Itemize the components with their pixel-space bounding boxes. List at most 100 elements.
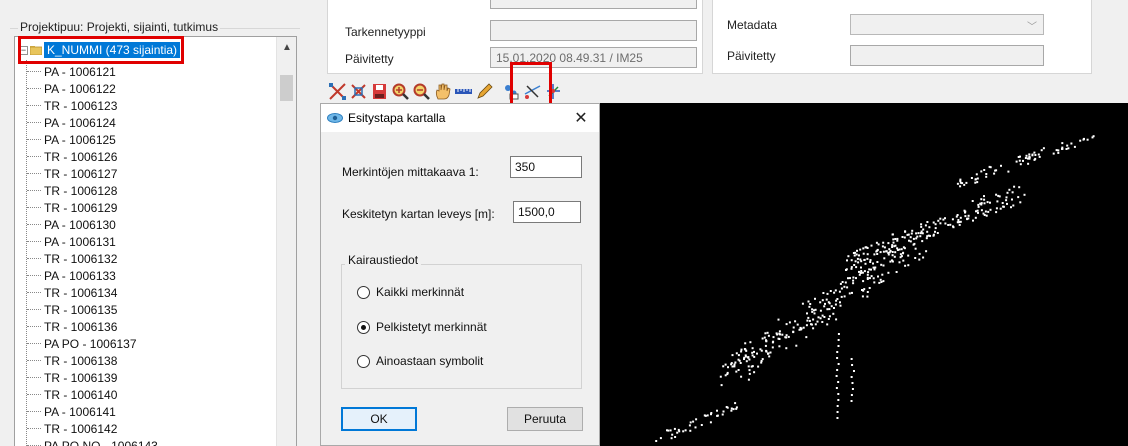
radio-kaikki[interactable]: Kaikki merkinnät <box>357 284 464 300</box>
map-point <box>809 303 812 305</box>
tree-item[interactable]: PA - 1006122 <box>25 80 275 97</box>
map-point <box>983 198 986 201</box>
map-point <box>882 241 885 244</box>
map-point <box>901 236 904 238</box>
tree-item[interactable]: PA PO - 1006137 <box>25 335 275 352</box>
map-point <box>891 233 894 236</box>
tree-item[interactable]: PA - 1006131 <box>25 233 275 250</box>
map-point <box>739 362 742 364</box>
tree-item[interactable]: TR - 1006138 <box>25 352 275 369</box>
map-point <box>998 195 1001 198</box>
tree-item[interactable]: TR - 1006126 <box>25 148 275 165</box>
tree-scrollbar[interactable]: ▲ <box>276 37 296 446</box>
map-point <box>1013 185 1016 188</box>
save-map-icon[interactable] <box>370 82 389 101</box>
tree-item[interactable]: PA - 1006133 <box>25 267 275 284</box>
map-point <box>766 331 769 334</box>
tree-connector <box>27 190 41 191</box>
tree-item[interactable]: TR - 1006139 <box>25 369 275 386</box>
tree-root-node[interactable]: − K_NUMMI (473 sijaintia) <box>19 41 181 59</box>
tree-item[interactable]: TR - 1006134 <box>25 284 275 301</box>
paivitetty-label: Päivitetty <box>345 52 394 66</box>
map-point <box>753 371 756 374</box>
map-point <box>924 224 927 227</box>
radio-label: Ainoastaan symbolit <box>376 354 484 368</box>
scroll-thumb[interactable] <box>280 75 293 101</box>
map-point <box>1042 147 1045 150</box>
map-point <box>867 271 870 274</box>
width-input[interactable]: 1500,0 <box>513 201 581 223</box>
tree-item[interactable]: PA PO NO - 1006143 <box>25 437 275 446</box>
zoom-out-icon[interactable] <box>412 82 431 101</box>
tree-item[interactable]: PA - 1006141 <box>25 403 275 420</box>
tree-item[interactable]: TR - 1006123 <box>25 97 275 114</box>
coordinate-icon[interactable] <box>544 82 563 101</box>
tree-item[interactable]: TR - 1006132 <box>25 250 275 267</box>
tree-item-label: PA - 1006133 <box>44 268 116 283</box>
tree-item[interactable]: TR - 1006136 <box>25 318 275 335</box>
map-point <box>904 230 907 233</box>
map-point <box>730 407 733 410</box>
close-icon[interactable]: ✕ <box>571 108 591 128</box>
map-point <box>855 266 858 269</box>
map-point <box>1022 159 1024 162</box>
map-point <box>955 215 958 218</box>
map-canvas[interactable] <box>597 103 1128 446</box>
tarkennetyyppi-field[interactable] <box>490 20 697 41</box>
zoom-selection-icon[interactable] <box>349 82 368 101</box>
pencil-icon[interactable] <box>475 82 494 101</box>
radio-ainoastaan[interactable]: Ainoastaan symbolit <box>357 353 483 369</box>
map-point <box>863 270 866 273</box>
map-point <box>851 382 854 384</box>
tree-item-label: PA - 1006125 <box>44 132 116 147</box>
project-tree[interactable]: − K_NUMMI (473 sijaintia) PA - 1006121 PA… <box>14 36 297 446</box>
tree-item[interactable]: TR - 1006127 <box>25 165 275 182</box>
map-point <box>821 314 824 317</box>
scroll-up-icon[interactable]: ▲ <box>277 37 297 57</box>
map-point <box>947 224 950 226</box>
tree-item-label: TR - 1006132 <box>44 251 118 266</box>
map-point <box>836 351 839 353</box>
map-point <box>1033 151 1036 154</box>
tree-item[interactable]: PA - 1006124 <box>25 114 275 131</box>
tree-item[interactable]: PA - 1006125 <box>25 131 275 148</box>
tree-item[interactable]: TR - 1006128 <box>25 182 275 199</box>
tree-item-label: TR - 1006142 <box>44 421 118 436</box>
radio-button[interactable] <box>357 320 370 334</box>
scale-input[interactable]: 350 <box>510 156 582 178</box>
map-point <box>910 232 913 235</box>
map-point <box>785 336 788 339</box>
dialog-titlebar[interactable]: Esitystapa kartalla ✕ <box>321 104 599 132</box>
tree-item[interactable]: PA - 1006130 <box>25 216 275 233</box>
ok-button[interactable]: OK <box>341 407 417 431</box>
metadata-dropdown[interactable]: ﹀ <box>850 14 1044 35</box>
tree-item[interactable]: TR - 1006142 <box>25 420 275 437</box>
map-point <box>833 291 836 294</box>
cut-section-icon[interactable] <box>523 82 542 101</box>
map-point <box>813 312 816 315</box>
pan-hand-icon[interactable] <box>433 82 452 101</box>
map-point <box>866 276 869 279</box>
tree-connector <box>27 241 41 242</box>
radio-button[interactable] <box>357 354 370 368</box>
map-point <box>670 437 673 440</box>
tree-item[interactable]: TR - 1006135 <box>25 301 275 318</box>
map-point <box>907 254 910 257</box>
radio-button[interactable] <box>357 285 370 299</box>
map-point <box>850 400 853 402</box>
collapse-icon[interactable]: − <box>19 45 28 55</box>
map-point <box>850 259 853 262</box>
zoom-extent-icon[interactable] <box>328 82 347 101</box>
tree-item[interactable]: TR - 1006129 <box>25 199 275 216</box>
tree-item[interactable]: TR - 1006140 <box>25 386 275 403</box>
zoom-in-icon[interactable] <box>391 82 410 101</box>
tree-root-label[interactable]: K_NUMMI (473 sijaintia) <box>44 42 181 58</box>
map-point <box>893 255 896 258</box>
cancel-button[interactable]: Peruuta <box>507 407 583 431</box>
display-settings-icon[interactable] <box>502 82 521 101</box>
radio-pelkistetyt[interactable]: Pelkistetyt merkinnät <box>357 319 487 335</box>
map-point <box>688 424 691 427</box>
tree-item[interactable]: PA - 1006121 <box>25 63 275 80</box>
map-point <box>778 338 781 340</box>
measure-icon[interactable] <box>454 82 473 101</box>
